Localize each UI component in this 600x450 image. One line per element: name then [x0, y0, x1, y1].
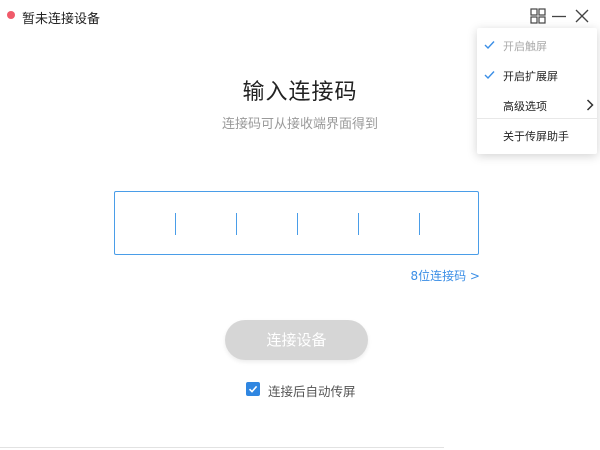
connection-status-dot [7, 11, 15, 19]
settings-menu: 开启触屏 开启扩展屏 高级选项 关于传屏助手 [477, 28, 597, 154]
menu-item-about[interactable]: 关于传屏助手 [477, 120, 597, 150]
eight-digit-code-link[interactable]: 8位连接码 > [410, 267, 480, 284]
auto-screen-label: 连接后自动传屏 [268, 384, 356, 399]
window-title: 暂未连接设备 [22, 12, 101, 27]
menu-item-label: 开启触屏 [503, 40, 547, 53]
close-icon[interactable] [572, 6, 592, 26]
menu-item-extended-screen[interactable]: 开启扩展屏 [477, 60, 597, 90]
code-slot-divider [236, 213, 237, 235]
code-slot-divider [297, 213, 298, 235]
code-slot-divider [419, 213, 420, 235]
menu-item-label: 高级选项 [503, 100, 547, 113]
connection-code-input[interactable] [114, 191, 479, 255]
code-slot-divider [358, 213, 359, 235]
code-slot-divider [175, 213, 176, 235]
menu-item-touchscreen[interactable]: 开启触屏 [477, 30, 597, 60]
check-icon [484, 71, 495, 80]
menu-item-advanced-options[interactable]: 高级选项 [477, 90, 597, 120]
menu-item-label: 开启扩展屏 [503, 70, 558, 83]
minimize-icon[interactable] [549, 6, 569, 26]
menu-divider [477, 118, 597, 119]
check-icon [484, 41, 495, 50]
grid-icon[interactable] [528, 6, 548, 26]
menu-item-label: 关于传屏助手 [503, 130, 569, 143]
auto-screen-checkbox[interactable] [246, 382, 260, 396]
chevron-right-icon [586, 99, 594, 111]
connect-device-button[interactable]: 连接设备 [225, 320, 368, 360]
bottom-divider [0, 447, 444, 448]
check-icon [248, 385, 258, 393]
